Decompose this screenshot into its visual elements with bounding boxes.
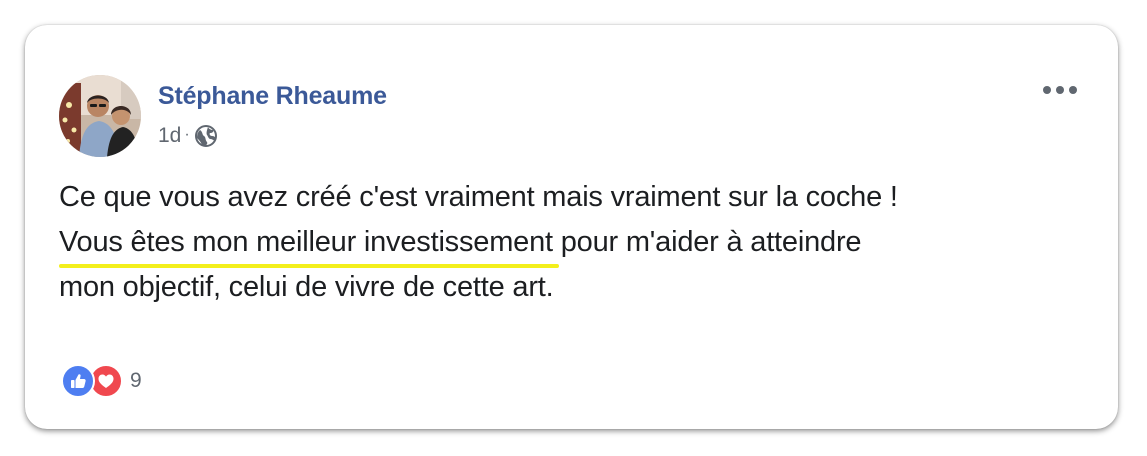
post-text-segment: pour m'aider à atteindre — [552, 226, 862, 258]
post-meta: 1d · — [158, 124, 218, 148]
highlighted-phrase: Vous êtes mon meilleur investissement — [59, 220, 559, 268]
post-text-line: Ce que vous avez créé c'est vraiment mai… — [59, 181, 898, 213]
more-options-icon[interactable] — [1040, 77, 1080, 103]
post-text: Ce que vous avez créé c'est vraiment mai… — [59, 175, 1079, 310]
like-icon — [61, 364, 95, 398]
post-card: Stéphane Rheaume 1d · Ce que vous avez c… — [25, 25, 1118, 429]
reactions-summary[interactable]: 9 — [61, 364, 142, 398]
post-text-line: mon objectif, celui de vivre de cette ar… — [59, 271, 554, 303]
globe-icon[interactable] — [194, 124, 218, 148]
author-name-link[interactable]: Stéphane Rheaume — [158, 82, 387, 111]
meta-separator: · — [184, 126, 190, 143]
post-text-line: Vous êtes mon meilleur investissement po… — [59, 220, 1079, 268]
reaction-count: 9 — [130, 369, 142, 392]
post-timestamp[interactable]: 1d — [158, 124, 181, 148]
author-avatar[interactable] — [59, 75, 141, 157]
